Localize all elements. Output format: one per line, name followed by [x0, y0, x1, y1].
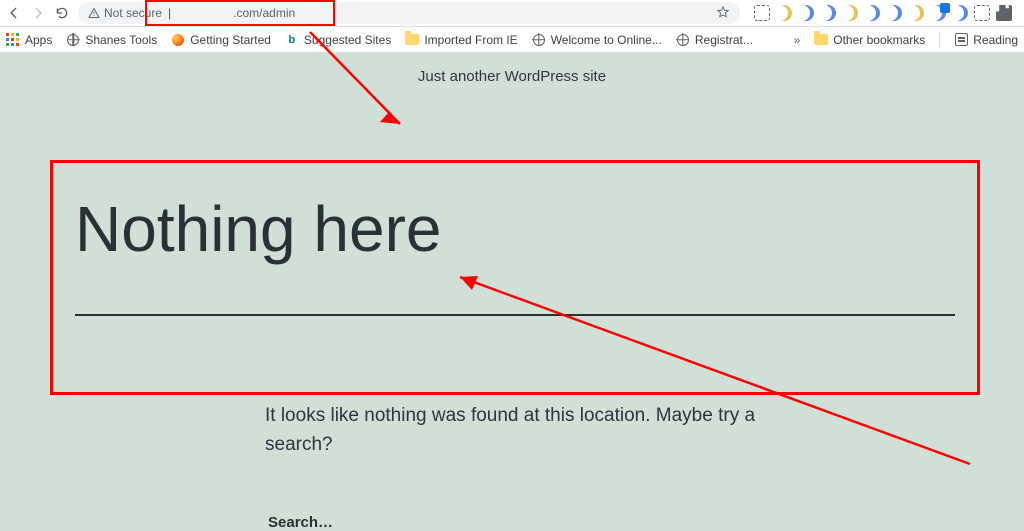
ext-icon[interactable] [798, 5, 814, 21]
ext-icon[interactable] [864, 5, 880, 21]
bookmark-star-icon[interactable] [716, 5, 730, 22]
not-secure-indicator[interactable]: Not secure [88, 6, 162, 20]
bookmark-label: Getting Started [190, 33, 271, 47]
reading-list-button[interactable]: Reading [954, 33, 1018, 47]
bookmark-label: Shanes Tools [85, 33, 157, 47]
ext-icon[interactable] [952, 5, 968, 21]
apps-label: Apps [25, 33, 52, 47]
bookmark-item[interactable]: b Suggested Sites [285, 33, 391, 47]
bookmark-item[interactable]: Getting Started [171, 33, 271, 47]
bookmark-item[interactable]: Registrat... [676, 33, 753, 47]
ext-icon[interactable] [974, 5, 990, 21]
bookmark-folder[interactable]: Imported From IE [405, 33, 517, 47]
bookmark-folder[interactable]: Other bookmarks [814, 33, 925, 47]
url-path: .com/admin [233, 6, 295, 20]
ext-icon[interactable] [754, 5, 770, 21]
address-bar[interactable]: Not secure | .com/admin [78, 2, 740, 24]
ext-icon[interactable] [908, 5, 924, 21]
bookmark-label: Other bookmarks [833, 33, 925, 47]
horizontal-rule [75, 314, 955, 316]
bookmark-item[interactable]: Welcome to Online... [532, 33, 662, 47]
apps-button[interactable]: Apps [6, 33, 52, 47]
bookmark-label: Imported From IE [424, 33, 517, 47]
toolbar: Not secure | .com/admin [0, 0, 1024, 26]
ext-icon[interactable] [842, 5, 858, 21]
forward-button[interactable] [30, 5, 46, 21]
back-button[interactable] [6, 5, 22, 21]
bookmark-label: Welcome to Online... [551, 33, 662, 47]
bookmark-overflow[interactable]: » [794, 33, 801, 47]
bookmark-item[interactable]: Shanes Tools [66, 33, 157, 47]
browser-chrome: Not secure | .com/admin App [0, 0, 1024, 52]
url-separator: | [168, 6, 171, 20]
reload-button[interactable] [54, 5, 70, 21]
bookmarks-bar: Apps Shanes Tools Getting Started b Sugg… [0, 26, 1024, 52]
bookmark-label: Suggested Sites [304, 33, 391, 47]
ext-icon[interactable] [820, 5, 836, 21]
extension-icons [748, 5, 1018, 21]
extensions-button[interactable] [996, 5, 1012, 21]
ext-icon-badge[interactable] [930, 5, 946, 21]
search-label: Search… [268, 514, 333, 531]
not-found-message: It looks like nothing was found at this … [265, 402, 785, 459]
site-tagline: Just another WordPress site [0, 52, 1024, 85]
ext-icon[interactable] [886, 5, 902, 21]
ext-icon[interactable] [776, 5, 792, 21]
page-content: Just another WordPress site Nothing here… [0, 52, 1024, 530]
separator [939, 32, 940, 48]
not-secure-label: Not secure [104, 6, 162, 20]
reading-list-label: Reading [973, 33, 1018, 47]
bookmark-label: Registrat... [695, 33, 753, 47]
page-title: Nothing here [75, 192, 441, 266]
